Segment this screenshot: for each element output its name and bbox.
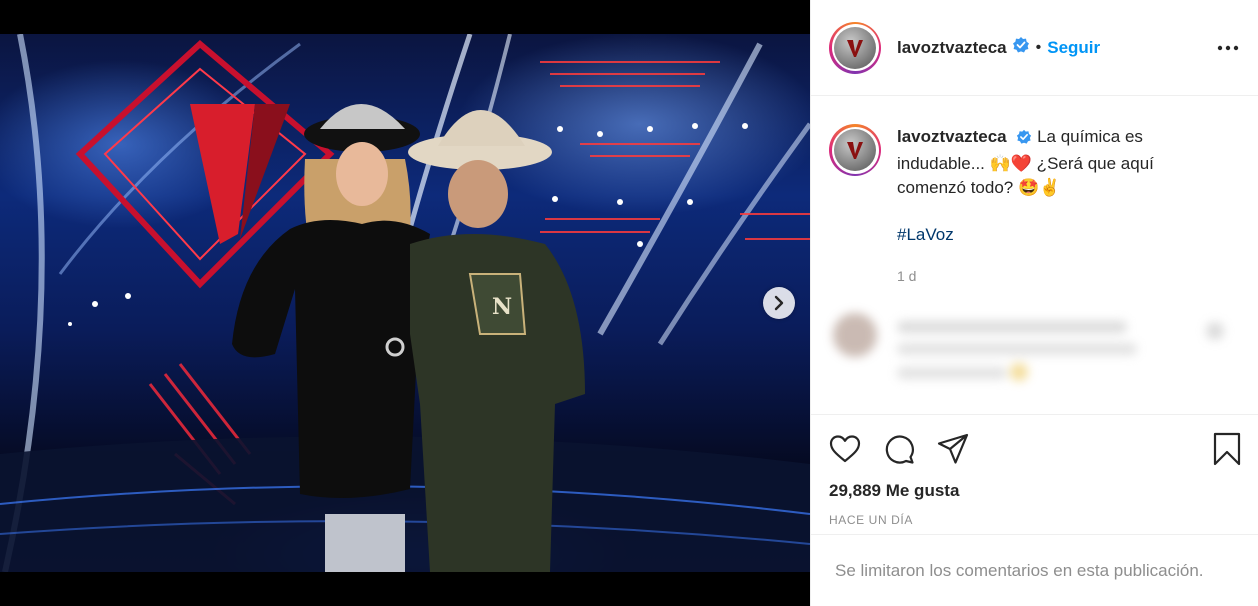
bookmark-icon [1213,432,1241,466]
comments-section: lavoztvazteca La química es indudable...… [811,96,1258,414]
la-voz-logo-icon [847,142,863,159]
likes-count[interactable]: 29,889 Me gusta [829,481,1242,501]
verified-badge-icon [1016,128,1032,152]
share-button[interactable] [937,429,977,469]
comment-button[interactable] [883,429,923,469]
caption-time: 1 d [897,268,917,284]
header-username[interactable]: lavoztvazteca [897,38,1007,58]
post-side-panel: lavoztvazteca • Seguir lavoztvazteca La … [810,0,1258,606]
comment-icon [885,435,914,464]
more-options-icon [1217,45,1239,50]
separator-dot: • [1035,38,1042,56]
chevron-right-icon [774,295,784,311]
caption-username[interactable]: lavoztvazteca [897,127,1007,146]
header-user-info: lavoztvazteca • Seguir [897,36,1214,59]
stage-photo-illustration: N [0,34,810,572]
heart-icon [829,435,861,463]
avatar[interactable] [829,21,881,74]
follow-button[interactable]: Seguir [1047,38,1100,58]
la-voz-logo-icon [847,39,863,57]
post-media: N [0,0,810,606]
instagram-post: N lavoztvazteca • Seguir lavoztvazteca L… [0,0,1258,606]
blurred-overlay [833,313,1224,381]
post-header: lavoztvazteca • Seguir [811,0,1258,96]
next-photo-button[interactable] [763,287,795,319]
action-bar [829,429,1242,469]
caption-row: lavoztvazteca La química es indudable...… [829,124,1242,288]
avatar-image [834,129,876,171]
share-icon [937,433,969,464]
post-date[interactable]: HACE UN DÍA [829,513,1242,527]
comments-limited-text: Se limitaron los comentarios en esta pub… [835,560,1204,580]
avatar-ring-inner [831,126,879,174]
post-photo[interactable]: N [0,34,810,572]
comments-limited-notice: Se limitaron los comentarios en esta pub… [811,534,1258,606]
actions-area: 29,889 Me gusta HACE UN DÍA [811,414,1258,534]
hashtag-link[interactable]: #LaVoz [897,223,1197,247]
avatar-image [834,26,876,69]
caption: lavoztvazteca La química es indudable...… [897,125,1197,288]
avatar-ring-inner [831,24,879,71]
caption-avatar[interactable] [829,124,881,176]
more-options-button[interactable] [1214,34,1242,62]
save-button[interactable] [1202,429,1242,469]
like-button[interactable] [829,429,869,469]
svg-text:N: N [492,294,512,320]
verified-badge-icon [1012,36,1030,59]
